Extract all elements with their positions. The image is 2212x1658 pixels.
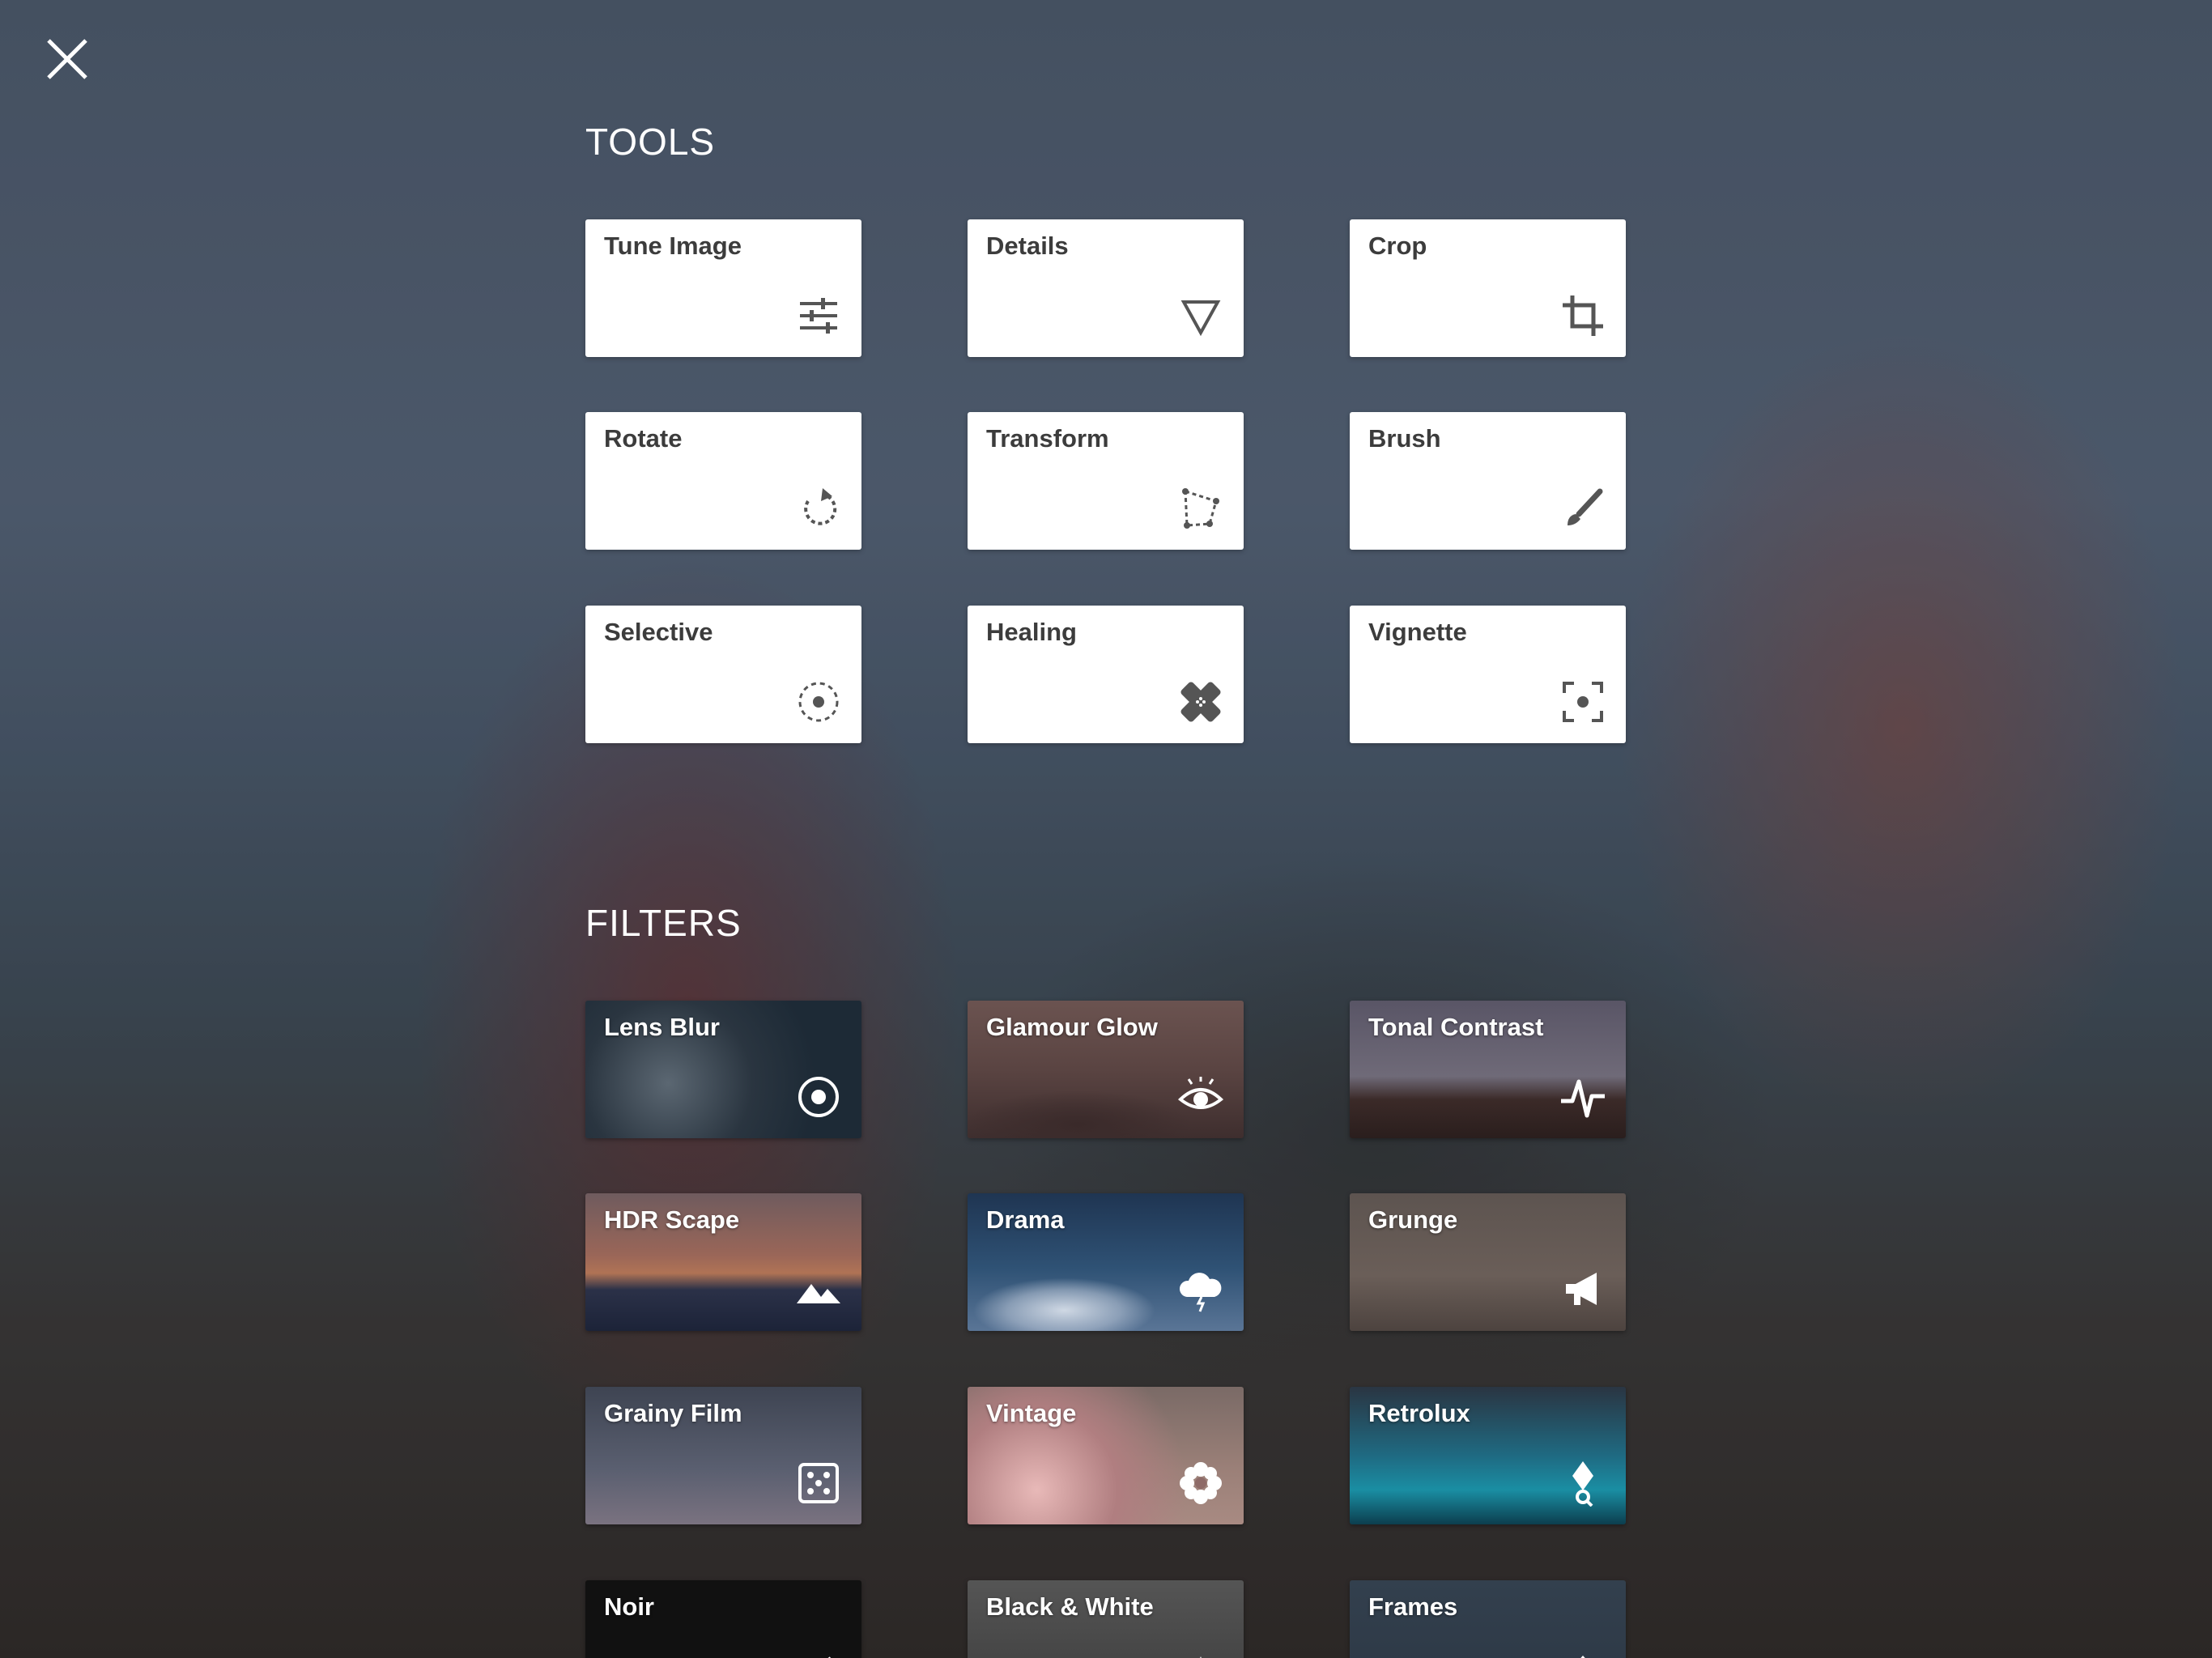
flower-icon [1177,1460,1224,1507]
filter-hdr-scape[interactable]: HDR Scape [585,1193,861,1331]
rotate-icon [795,485,842,532]
tools-heading: TOOLS [585,121,716,163]
tool-label: Details [986,232,1069,260]
filter-glamour-glow[interactable]: Glamour Glow [968,1001,1244,1138]
filter-label: Grunge [1368,1205,1458,1234]
sliders-icon [795,292,842,339]
tool-vignette[interactable]: Vignette [1350,606,1626,743]
filter-drama[interactable]: Drama [968,1193,1244,1331]
filter-grunge[interactable]: Grunge [1350,1193,1626,1331]
close-icon [47,39,87,79]
filter-label: Grainy Film [604,1399,742,1427]
tool-label: Vignette [1368,618,1467,646]
noir-icon [795,1653,842,1658]
storm-cloud-icon [1177,1266,1224,1313]
filter-label: Noir [604,1592,654,1621]
close-button[interactable] [40,32,94,86]
filter-tonal-contrast[interactable]: Tonal Contrast [1350,1001,1626,1138]
tool-transform[interactable]: Transform [968,412,1244,550]
tool-label: Transform [986,424,1109,453]
filter-label: Vintage [986,1399,1077,1427]
dice-icon [795,1460,842,1507]
bw-icon [1177,1653,1224,1658]
filter-black-white[interactable]: Black & White [968,1580,1244,1658]
filter-label: Black & White [986,1592,1154,1621]
tool-label: Crop [1368,232,1427,260]
filter-noir[interactable]: Noir [585,1580,861,1658]
app-window: TOOLS Tune Image Details Crop Rotate Tra… [0,0,2212,1658]
filter-label: Lens Blur [604,1013,720,1041]
filter-grainy-film[interactable]: Grainy Film [585,1387,861,1524]
crop-icon [1559,292,1606,339]
perspective-icon [1177,485,1224,532]
tool-rotate[interactable]: Rotate [585,412,861,550]
tool-selective[interactable]: Selective [585,606,861,743]
tool-label: Healing [986,618,1077,646]
tool-details[interactable]: Details [968,219,1244,357]
filter-retrolux[interactable]: Retrolux [1350,1387,1626,1524]
eye-icon [1177,1073,1224,1120]
brush-icon [1559,485,1606,532]
vignette-focus-icon [1559,678,1606,725]
pin-icon [1559,1460,1606,1507]
filter-label: Retrolux [1368,1399,1470,1427]
filter-vintage[interactable]: Vintage [968,1387,1244,1524]
tool-label: Rotate [604,424,683,453]
bandage-icon [1177,678,1224,725]
filter-label: Frames [1368,1592,1458,1621]
lens-target-icon [795,1073,842,1120]
filter-lens-blur[interactable]: Lens Blur [585,1001,861,1138]
tool-healing[interactable]: Healing [968,606,1244,743]
tool-tune-image[interactable]: Tune Image [585,219,861,357]
tool-label: Tune Image [604,232,742,260]
frames-icon [1559,1653,1606,1658]
triangle-down-icon [1177,292,1224,339]
filter-label: Tonal Contrast [1368,1013,1544,1041]
filter-label: Drama [986,1205,1065,1234]
filter-frames[interactable]: Frames [1350,1580,1626,1658]
filter-label: Glamour Glow [986,1013,1158,1041]
pulse-icon [1559,1073,1606,1120]
tool-label: Brush [1368,424,1441,453]
megaphone-icon [1559,1266,1606,1313]
tool-label: Selective [604,618,713,646]
filters-heading: FILTERS [585,902,742,944]
tool-crop[interactable]: Crop [1350,219,1626,357]
filter-label: HDR Scape [604,1205,740,1234]
tool-brush[interactable]: Brush [1350,412,1626,550]
selective-target-icon [795,678,842,725]
mountains-icon [795,1266,842,1313]
